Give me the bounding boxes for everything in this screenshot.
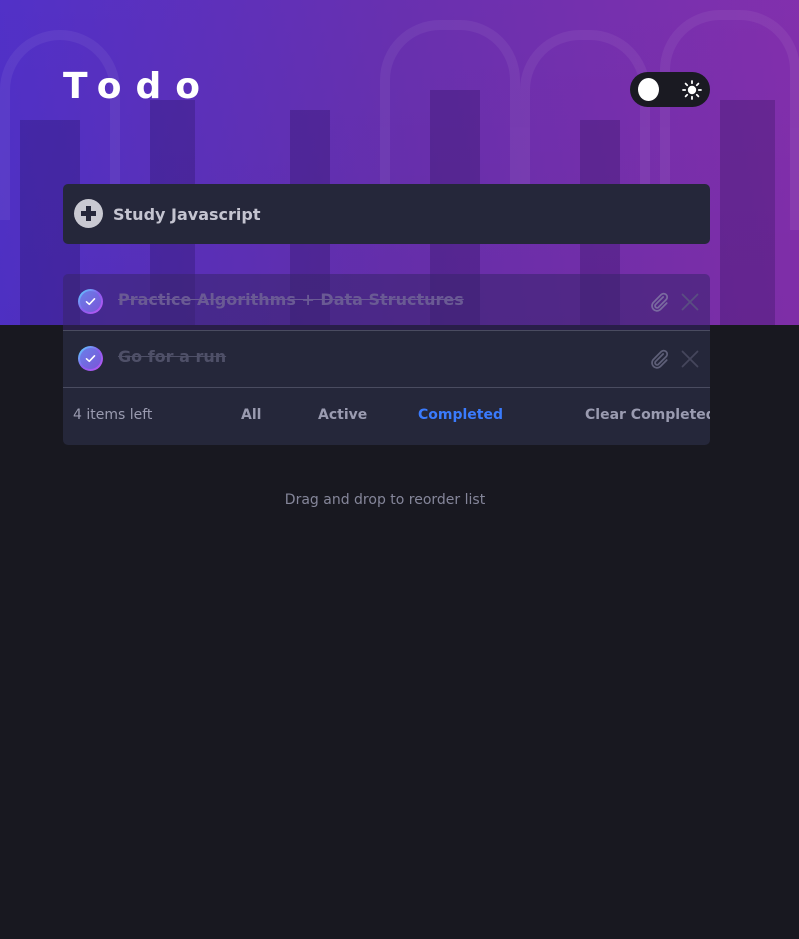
toggle-knob bbox=[638, 78, 659, 101]
todo-app: Todo Study Javascript Practice Algorithm… bbox=[0, 0, 799, 939]
attach-icon[interactable] bbox=[648, 347, 670, 371]
filter-all[interactable]: All bbox=[241, 407, 261, 423]
sun-icon bbox=[682, 80, 702, 100]
todo-text: Go for a run bbox=[118, 347, 227, 366]
add-icon[interactable] bbox=[74, 199, 103, 228]
drag-drop-hint: Drag and drop to reorder list bbox=[284, 492, 486, 508]
delete-icon[interactable] bbox=[681, 350, 699, 368]
todo-footer: 4 items left All Active Completed Clear … bbox=[63, 388, 710, 445]
todo-checkbox[interactable] bbox=[78, 346, 103, 371]
todo-item[interactable]: Practice Algorithms + Data Structures bbox=[63, 274, 710, 331]
delete-icon[interactable] bbox=[681, 293, 699, 311]
check-icon bbox=[85, 354, 96, 363]
app-title: Todo bbox=[63, 66, 215, 107]
new-todo-input[interactable] bbox=[113, 200, 673, 228]
todo-text: Practice Algorithms + Data Structures bbox=[118, 290, 464, 309]
todo-list: Practice Algorithms + Data Structures Go… bbox=[63, 274, 710, 445]
theme-toggle[interactable] bbox=[630, 72, 710, 107]
items-left-count: 4 items left bbox=[73, 407, 153, 423]
filter-completed[interactable]: Completed bbox=[418, 407, 503, 423]
attach-icon[interactable] bbox=[648, 290, 670, 314]
check-icon bbox=[85, 297, 96, 306]
clear-completed-button[interactable]: Clear Completed bbox=[585, 407, 710, 423]
todo-checkbox[interactable] bbox=[78, 289, 103, 314]
filter-active[interactable]: Active bbox=[318, 407, 367, 423]
new-todo-bar bbox=[63, 184, 710, 244]
todo-item[interactable]: Go for a run bbox=[63, 331, 710, 388]
